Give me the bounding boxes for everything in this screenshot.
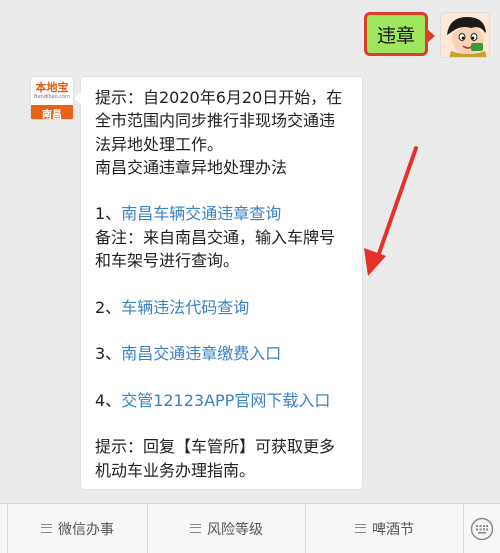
cartoon-boy-avatar-icon: [441, 13, 489, 57]
menu-item-label: 微信办事: [58, 521, 114, 538]
item-3-number: 3、: [95, 344, 122, 364]
keyboard-toggle-button[interactable]: [464, 504, 500, 553]
reply-item-1-note: 备注：来自南昌交通，输入车牌号和车架号进行查询。: [95, 227, 336, 271]
item-1-number: 1、: [95, 204, 122, 224]
reply-heading: 南昌交通违章异地处理办法: [95, 157, 288, 177]
incoming-message-bubble: 提示：自2020年6月20日开始，在全市范围内同步推行非现场交通违法异地处理工作…: [73, 76, 363, 490]
menu-item-risk-level[interactable]: 风险等级: [148, 503, 306, 553]
link-violation-code-query[interactable]: 车辆违法代码查询: [121, 298, 249, 317]
reply-intro: 提示：自2020年6月20日开始，在全市范围内同步推行非现场交通违法异地处理工作…: [95, 88, 343, 154]
menu-item-label: 风险等级: [207, 521, 263, 538]
menu-edge: [0, 503, 8, 553]
bot-avatar[interactable]: 本地宝 Bendibao.com 南昌: [30, 76, 74, 120]
hamburger-icon: [355, 524, 366, 533]
bendibao-logo: 本地宝 Bendibao.com: [31, 77, 73, 105]
user-avatar[interactable]: [440, 12, 490, 58]
link-12123-app-download[interactable]: 交管12123APP官网下载入口: [121, 391, 330, 410]
logo-sub-text: Bendibao.com: [34, 94, 70, 100]
logo-main-text: 本地宝: [35, 81, 69, 94]
outgoing-message-row: 违章: [350, 12, 490, 58]
bottom-menu-bar: 微信办事 风险等级 啤酒节: [0, 503, 500, 553]
menu-item-label: 啤酒节: [372, 521, 414, 538]
reply-tip: 提示：回复【车管所】可获取更多机动车业务办理指南。: [95, 437, 336, 480]
item-2-number: 2、: [95, 297, 122, 317]
link-nanchang-violation-query[interactable]: 南昌车辆交通违章查询: [121, 204, 281, 223]
reply-item-3: 3、南昌交通违章缴费入口: [95, 342, 350, 365]
logo-city-label: 南昌: [31, 105, 73, 119]
reply-item-2: 2、车辆违法代码查询: [95, 296, 350, 319]
item-4-number: 4、: [95, 390, 122, 410]
outgoing-message-bubble: 违章: [364, 12, 435, 56]
reply-item-1: 1、南昌车辆交通违章查询: [95, 202, 350, 225]
hamburger-icon: [41, 524, 52, 533]
link-violation-payment[interactable]: 南昌交通违章缴费入口: [121, 344, 281, 363]
hamburger-icon: [190, 524, 201, 533]
menu-item-wechat-services[interactable]: 微信办事: [8, 503, 148, 553]
red-arrow-annotation-icon: [364, 146, 418, 276]
keyboard-icon: [470, 517, 494, 540]
outgoing-message-text: 违章: [376, 24, 415, 47]
menu-item-beer-festival[interactable]: 啤酒节: [306, 503, 464, 553]
reply-item-4: 4、交管12123APP官网下载入口: [95, 389, 350, 412]
